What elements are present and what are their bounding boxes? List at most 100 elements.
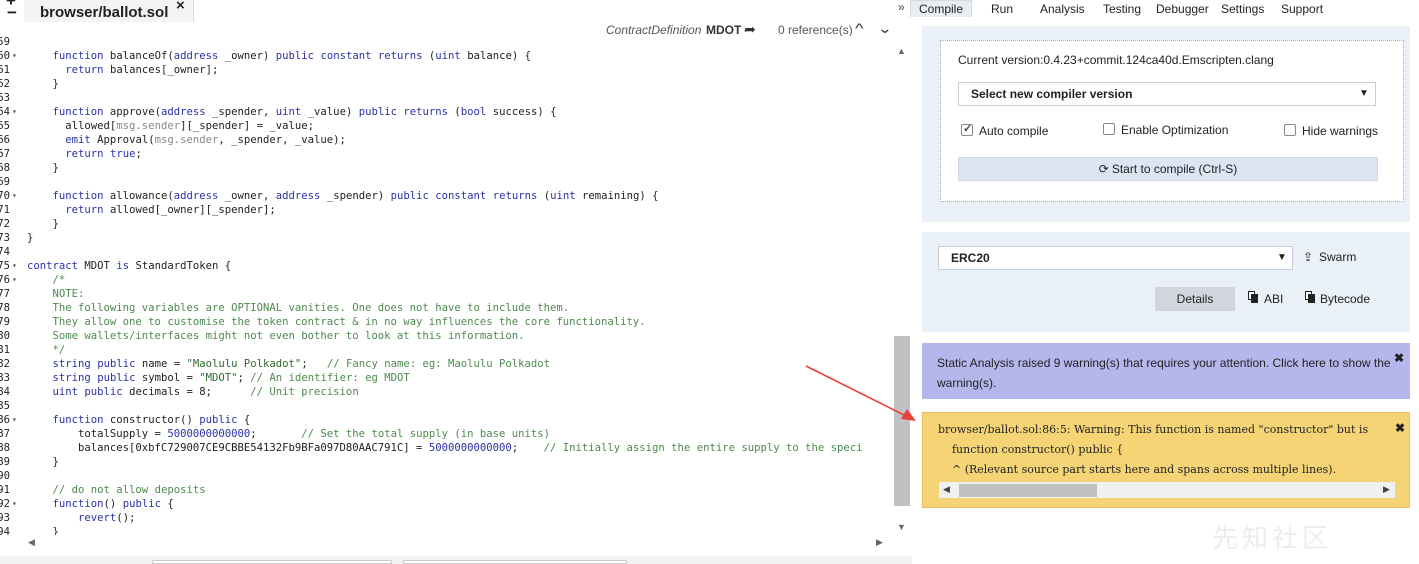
- copy-icon[interactable]: [1248, 291, 1258, 303]
- tab-debugger[interactable]: Debugger: [1156, 2, 1209, 16]
- fold-arrow-icon[interactable]: ▾: [12, 189, 17, 203]
- code-line[interactable]: 74: [0, 245, 891, 259]
- code-editor[interactable]: + − browser/ballot.sol × ContractDefinit…: [0, 0, 912, 564]
- scroll-left-icon[interactable]: ◀: [28, 537, 35, 548]
- code-text: function allowance(address _owner, addre…: [52, 190, 659, 202]
- code-line[interactable]: 60 ▾ function balanceOf(address _owner) p…: [0, 49, 891, 63]
- copy-icon[interactable]: [1305, 291, 1315, 303]
- scroll-down-icon[interactable]: ▼: [897, 522, 906, 532]
- code-line[interactable]: 90: [0, 469, 891, 483]
- scroll-right-icon[interactable]: ▶: [1383, 484, 1390, 495]
- close-icon[interactable]: ×: [176, 0, 185, 14]
- details-button[interactable]: Details: [1155, 287, 1235, 311]
- code-line[interactable]: 92 ▾ function() public {: [0, 497, 891, 511]
- code-line[interactable]: 66 emit Approval(msg.sender, _spender, _…: [0, 133, 891, 147]
- code-line[interactable]: 89 }: [0, 455, 891, 469]
- scroll-left-icon[interactable]: ◀: [943, 484, 950, 495]
- fold-arrow-icon[interactable]: ▾: [12, 105, 17, 119]
- code-line[interactable]: 87 totalSupply = 5000000000000; // Set t…: [0, 427, 891, 441]
- terminal-tab[interactable]: [403, 560, 627, 564]
- fold-arrow-icon[interactable]: ▾: [12, 259, 17, 273]
- code-text: function constructor() public {: [52, 414, 251, 426]
- code-line[interactable]: 77 NOTE:: [0, 287, 891, 301]
- code-line[interactable]: 91 // do not allow deposits: [0, 483, 891, 497]
- fold-arrow-icon[interactable]: ▾: [12, 273, 17, 287]
- close-icon[interactable]: ✖: [1395, 421, 1405, 435]
- scroll-up-icon[interactable]: ▲: [897, 46, 906, 56]
- code-line[interactable]: 85: [0, 399, 891, 413]
- fold-arrow-icon[interactable]: ▾: [12, 413, 17, 427]
- code-line[interactable]: 61 return balances[_owner];: [0, 63, 891, 77]
- auto-compile-label: Auto compile: [979, 124, 1049, 138]
- warning-horizontal-scrollbar[interactable]: ◀ ▶: [939, 482, 1395, 498]
- breadcrumb-name: MDOT: [706, 23, 742, 37]
- line-number: 74: [0, 246, 10, 258]
- scrollbar-thumb[interactable]: [959, 484, 1097, 497]
- chevron-down-icon[interactable]: ⌄: [877, 20, 892, 37]
- code-line[interactable]: 72 }: [0, 217, 891, 231]
- fold-arrow-icon[interactable]: ▾: [12, 497, 17, 511]
- code-line[interactable]: 82 string public name = "Maolulu Polkado…: [0, 357, 891, 371]
- tab-run[interactable]: Run: [991, 2, 1013, 16]
- compiler-version-select[interactable]: Select new compiler version ▼: [958, 82, 1376, 106]
- tab-analysis[interactable]: Analysis: [1040, 2, 1085, 16]
- code-line[interactable]: 93 revert();: [0, 511, 891, 525]
- line-number: 88: [0, 442, 10, 454]
- terminal-tab[interactable]: [152, 560, 392, 564]
- code-line[interactable]: 86 ▾ function constructor() public {: [0, 413, 891, 427]
- code-text: allowed[msg.sender][_spender] = _value;: [27, 120, 315, 132]
- fold-arrow-icon[interactable]: ▾: [12, 49, 17, 63]
- tab-settings[interactable]: Settings: [1221, 2, 1264, 16]
- code-line[interactable]: 76 ▾ /*: [0, 273, 891, 287]
- code-line[interactable]: 59: [0, 36, 891, 49]
- line-number: 62: [0, 78, 10, 90]
- editor-horizontal-scrollbar[interactable]: ◀ ▶: [24, 535, 890, 552]
- chevron-up-icon[interactable]: ^: [855, 20, 864, 36]
- code-line[interactable]: 65 allowed[msg.sender][_spender] = _valu…: [0, 119, 891, 133]
- bytecode-button[interactable]: Bytecode: [1320, 292, 1370, 306]
- watermark-logo: 先知社区: [1212, 523, 1333, 553]
- code-line[interactable]: 68 }: [0, 161, 891, 175]
- editor-vertical-scrollbar[interactable]: ▲ ▼: [893, 40, 911, 536]
- code-line[interactable]: 79 They allow one to customise the token…: [0, 315, 891, 329]
- code-area[interactable]: 59 60 ▾ function balanceOf(address _owner)…: [0, 36, 891, 536]
- code-line[interactable]: 69: [0, 175, 891, 189]
- swarm-button[interactable]: Swarm: [1319, 250, 1356, 264]
- tab-compile[interactable]: Compile: [910, 0, 973, 17]
- abi-button[interactable]: ABI: [1264, 292, 1283, 306]
- code-line[interactable]: 71 return allowed[_owner][_spender];: [0, 203, 891, 217]
- static-analysis-text[interactable]: Static Analysis raised 9 warning(s) that…: [937, 353, 1397, 393]
- code-line[interactable]: 78 The following variables are OPTIONAL …: [0, 301, 891, 315]
- close-icon[interactable]: ✖: [1394, 351, 1404, 365]
- line-number: 77: [0, 288, 10, 300]
- scroll-right-icon[interactable]: ▶: [876, 537, 883, 548]
- auto-compile-checkbox[interactable]: ✓: [961, 123, 973, 136]
- code-line[interactable]: 81 */: [0, 343, 891, 357]
- start-compile-label: Start to compile (Ctrl-S): [1111, 162, 1238, 176]
- decrease-font-button[interactable]: −: [7, 4, 17, 21]
- code-line[interactable]: 64 ▾ function approve(address _spender, u…: [0, 105, 891, 119]
- code-line[interactable]: 80 Some wallets/interfaces might not eve…: [0, 329, 891, 343]
- code-line[interactable]: 75 ▾ contract MDOT is StandardToken {: [0, 259, 891, 273]
- code-line[interactable]: 73}: [0, 231, 891, 245]
- hide-warnings-checkbox[interactable]: [1284, 124, 1296, 136]
- start-compile-button[interactable]: ⟳ Start to compile (Ctrl-S): [958, 157, 1378, 181]
- upload-icon[interactable]: ⇪: [1303, 250, 1313, 264]
- line-number: 63: [0, 92, 10, 104]
- contract-section: ERC20 ▼ ⇪ Swarm Details ABI Bytecode: [922, 232, 1410, 332]
- code-line[interactable]: 84 uint public decimals = 8; // Unit pre…: [0, 385, 891, 399]
- code-line[interactable]: 62 }: [0, 77, 891, 91]
- tab-testing[interactable]: Testing: [1103, 2, 1141, 16]
- static-analysis-alert[interactable]: Static Analysis raised 9 warning(s) that…: [922, 343, 1410, 399]
- contract-select[interactable]: ERC20 ▼: [938, 246, 1293, 270]
- enable-optimization-checkbox[interactable]: [1103, 123, 1115, 135]
- code-line[interactable]: 67 return true;: [0, 147, 891, 161]
- file-tab-ballot[interactable]: browser/ballot.sol ×: [24, 0, 194, 22]
- code-line[interactable]: 70 ▾ function allowance(address _owner, a…: [0, 189, 891, 203]
- line-number: 72: [0, 218, 10, 230]
- collapse-panel-icon[interactable]: »: [898, 0, 905, 14]
- tab-support[interactable]: Support: [1281, 2, 1323, 16]
- code-line[interactable]: 88 balances[0xbfC729007CE9CBBE54132Fb9BF…: [0, 441, 891, 455]
- code-line[interactable]: 83 string public symbol = "MDOT"; // An …: [0, 371, 891, 385]
- code-line[interactable]: 63: [0, 91, 891, 105]
